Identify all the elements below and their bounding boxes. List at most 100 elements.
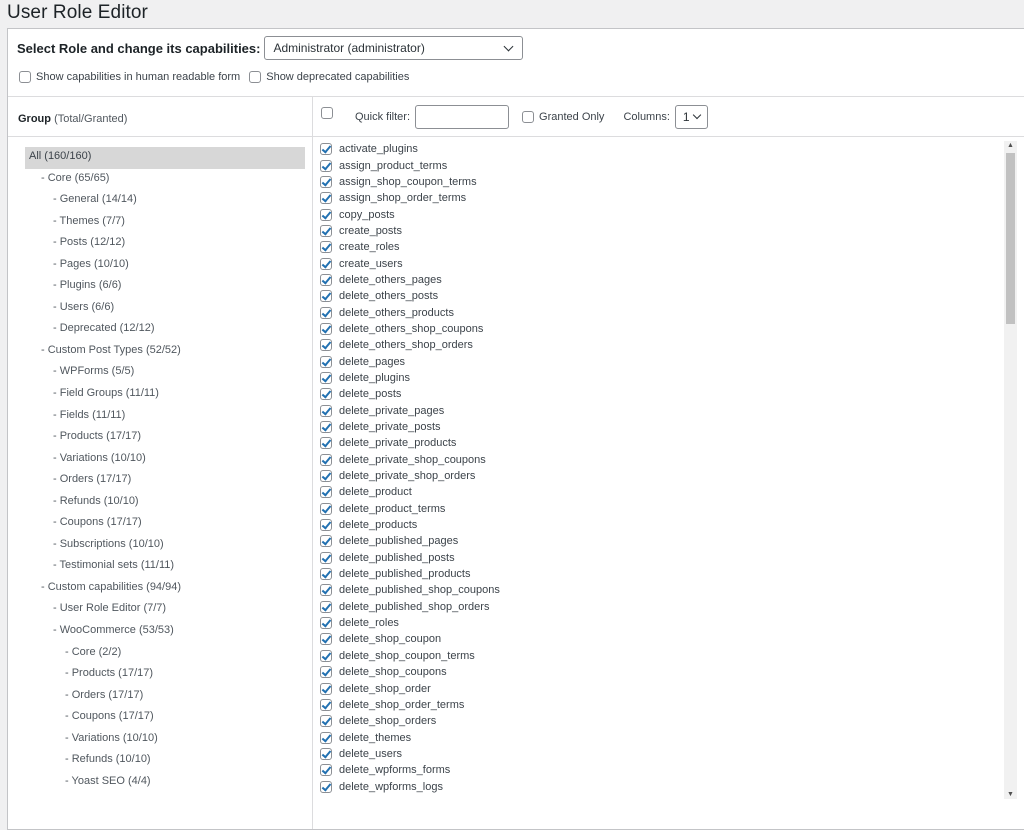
group-tree-item[interactable]: - Core (65/65)	[25, 169, 305, 191]
scroll-down-icon[interactable]: ▼	[1004, 791, 1017, 798]
capability-item[interactable]: delete_published_shop_orders	[320, 599, 500, 615]
capability-checkbox[interactable]	[320, 421, 332, 434]
group-tree-item[interactable]: - User Role Editor (7/7)	[25, 599, 305, 621]
select-all-checkbox[interactable]	[321, 107, 333, 119]
capability-checkbox[interactable]	[320, 747, 332, 760]
deprecated-checkbox[interactable]	[249, 71, 262, 83]
capability-item[interactable]: delete_others_posts	[320, 288, 500, 304]
capability-checkbox[interactable]	[320, 649, 332, 662]
capability-checkbox[interactable]	[320, 224, 332, 237]
capability-item[interactable]: delete_wpforms_forms	[320, 762, 500, 778]
group-tree-item[interactable]: - Core (2/2)	[25, 643, 305, 665]
capability-checkbox[interactable]	[320, 470, 332, 483]
capability-checkbox[interactable]	[320, 143, 332, 156]
capability-checkbox[interactable]	[320, 339, 332, 352]
group-tree-item[interactable]: - Pages (10/10)	[25, 255, 305, 277]
capability-checkbox[interactable]	[320, 192, 332, 205]
capability-item[interactable]: assign_shop_coupon_terms	[320, 174, 500, 190]
capability-checkbox[interactable]	[320, 322, 332, 335]
capability-checkbox[interactable]	[320, 617, 332, 630]
capability-item[interactable]: create_posts	[320, 223, 500, 239]
group-tree-item[interactable]: - Refunds (10/10)	[25, 750, 305, 772]
capability-item[interactable]: delete_shop_order	[320, 680, 500, 696]
capability-checkbox[interactable]	[320, 535, 332, 548]
capability-checkbox[interactable]	[320, 764, 332, 777]
capability-item[interactable]: delete_others_shop_orders	[320, 337, 500, 353]
capability-checkbox[interactable]	[320, 584, 332, 597]
capability-checkbox[interactable]	[320, 257, 332, 270]
role-select[interactable]: Administrator (administrator)	[264, 36, 524, 60]
capability-checkbox[interactable]	[320, 698, 332, 711]
group-tree-item[interactable]: - Posts (12/12)	[25, 233, 305, 255]
capability-checkbox[interactable]	[320, 731, 332, 744]
capability-checkbox[interactable]	[320, 633, 332, 646]
capability-item[interactable]: assign_product_terms	[320, 157, 500, 173]
capability-item[interactable]: delete_wpforms_logs	[320, 778, 500, 794]
capability-checkbox[interactable]	[320, 208, 332, 221]
capability-item[interactable]: delete_product_terms	[320, 501, 500, 517]
capability-checkbox[interactable]	[320, 682, 332, 695]
capability-checkbox[interactable]	[320, 306, 332, 319]
capability-checkbox[interactable]	[320, 175, 332, 188]
capability-checkbox[interactable]	[320, 437, 332, 450]
capability-item[interactable]: copy_posts	[320, 206, 500, 222]
capability-checkbox[interactable]	[320, 404, 332, 417]
capability-item[interactable]: delete_private_shop_coupons	[320, 452, 500, 468]
capability-item[interactable]: delete_shop_coupon	[320, 631, 500, 647]
capability-checkbox[interactable]	[320, 519, 332, 532]
scrollbar-thumb[interactable]	[1006, 153, 1015, 324]
capability-item[interactable]: delete_published_shop_coupons	[320, 582, 500, 598]
capability-item[interactable]: activate_plugins	[320, 141, 500, 157]
capability-checkbox[interactable]	[320, 388, 332, 401]
capability-item[interactable]: delete_published_products	[320, 566, 500, 582]
group-tree-item[interactable]: - Deprecated (12/12)	[25, 319, 305, 341]
capability-item[interactable]: delete_shop_order_terms	[320, 697, 500, 713]
capability-item[interactable]: delete_product	[320, 484, 500, 500]
group-tree-item[interactable]: - Coupons (17/17)	[25, 707, 305, 729]
capability-checkbox[interactable]	[320, 159, 332, 172]
group-tree-item[interactable]: - Coupons (17/17)	[25, 513, 305, 535]
group-tree-item[interactable]: - Themes (7/7)	[25, 212, 305, 234]
capability-item[interactable]: delete_private_products	[320, 435, 500, 451]
capability-checkbox[interactable]	[320, 355, 332, 368]
capability-checkbox[interactable]	[320, 666, 332, 679]
capability-item[interactable]: delete_plugins	[320, 370, 500, 386]
group-tree-item[interactable]: - Fields (11/11)	[25, 406, 305, 428]
human-readable-checkbox[interactable]	[19, 71, 31, 83]
capability-item[interactable]: delete_themes	[320, 729, 500, 745]
group-tree-item[interactable]: - Variations (10/10)	[25, 729, 305, 751]
capability-checkbox[interactable]	[320, 371, 332, 384]
group-tree-item[interactable]: - Field Groups (11/11)	[25, 384, 305, 406]
group-tree-item[interactable]: - Subscriptions (10/10)	[25, 535, 305, 557]
capability-item[interactable]: delete_roles	[320, 615, 500, 631]
group-tree-item[interactable]: - Products (17/17)	[25, 427, 305, 449]
group-tree-item[interactable]: - Users (6/6)	[25, 298, 305, 320]
capability-item[interactable]: delete_others_shop_coupons	[320, 321, 500, 337]
group-tree-item[interactable]: - Products (17/17)	[25, 664, 305, 686]
group-tree-item[interactable]: All (160/160)	[25, 147, 305, 169]
capability-checkbox[interactable]	[320, 502, 332, 515]
capability-item[interactable]: delete_products	[320, 517, 500, 533]
group-tree-item[interactable]: - Testimonial sets (11/11)	[25, 556, 305, 578]
capability-checkbox[interactable]	[320, 273, 332, 286]
capabilities-scrollbar[interactable]: ▲ ▼	[1004, 141, 1017, 799]
group-tree-item[interactable]: - Yoast SEO (4/4)	[25, 772, 305, 794]
group-tree-item[interactable]: - General (14/14)	[25, 190, 305, 212]
quick-filter-input[interactable]	[415, 105, 510, 129]
capability-item[interactable]: delete_shop_orders	[320, 713, 500, 729]
group-tree-item[interactable]: - Custom capabilities (94/94)	[25, 578, 305, 600]
capability-item[interactable]: delete_private_pages	[320, 403, 500, 419]
capability-checkbox[interactable]	[320, 568, 332, 581]
capability-checkbox[interactable]	[320, 453, 332, 466]
group-tree-item[interactable]: - Variations (10/10)	[25, 449, 305, 471]
capability-item[interactable]: delete_others_pages	[320, 272, 500, 288]
capability-checkbox[interactable]	[320, 780, 332, 793]
granted-only-checkbox[interactable]	[522, 111, 535, 123]
capability-item[interactable]: delete_others_products	[320, 304, 500, 320]
capability-item[interactable]: create_roles	[320, 239, 500, 255]
capability-item[interactable]: assign_shop_order_terms	[320, 190, 500, 206]
capability-item[interactable]: delete_shop_coupons	[320, 664, 500, 680]
scroll-up-icon[interactable]: ▲	[1004, 142, 1017, 149]
capability-checkbox[interactable]	[320, 600, 332, 613]
capability-item[interactable]: delete_private_shop_orders	[320, 468, 500, 484]
